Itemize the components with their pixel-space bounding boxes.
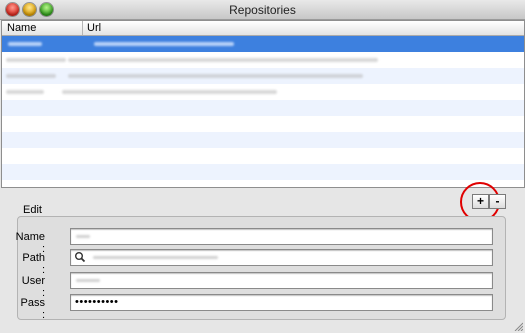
add-repository-button[interactable]: + — [472, 194, 489, 209]
window-title: Repositories — [229, 3, 296, 17]
row-url-cell — [94, 42, 234, 46]
edit-group-label: Edit — [23, 204, 42, 216]
table-row[interactable] — [2, 36, 524, 52]
row-name-cell — [6, 90, 44, 94]
column-header-url[interactable]: Url — [87, 22, 101, 34]
resize-grip-icon[interactable] — [513, 321, 523, 331]
path-label: Path : — [22, 252, 45, 276]
table-row[interactable] — [2, 100, 524, 116]
title-bar: Repositories — [0, 0, 525, 20]
table-row[interactable] — [2, 164, 524, 180]
repositories-table[interactable]: Name Url — [1, 20, 525, 188]
table-row[interactable] — [2, 148, 524, 164]
path-field[interactable] — [70, 249, 493, 266]
name-field[interactable] — [70, 228, 493, 245]
table-rows — [2, 36, 524, 187]
column-divider — [82, 21, 83, 35]
column-header-name[interactable]: Name — [7, 22, 36, 34]
row-url-cell — [68, 58, 378, 62]
password-field[interactable]: •••••••••• — [70, 294, 493, 311]
table-row[interactable] — [2, 52, 524, 68]
repositories-window: Repositories Name Url + - Edit Name: Pa… — [0, 0, 525, 333]
table-row[interactable] — [2, 84, 524, 100]
edit-group: Name : Path : User : Pass : •••••••••• — [16, 216, 506, 321]
row-url-cell — [68, 74, 363, 78]
remove-repository-button[interactable]: - — [489, 194, 506, 209]
table-row[interactable] — [2, 180, 524, 187]
row-name-cell — [8, 42, 42, 46]
table-row[interactable] — [2, 132, 524, 148]
user-label: User : — [21, 275, 45, 299]
pass-label: Pass : — [20, 297, 45, 321]
password-field-value: •••••••••• — [75, 296, 119, 308]
path-field-value — [93, 256, 218, 259]
table-row[interactable] — [2, 68, 524, 84]
name-field-value — [76, 235, 90, 238]
magnifier-icon[interactable] — [74, 251, 86, 263]
row-name-cell — [6, 74, 56, 78]
row-name-cell — [6, 58, 66, 62]
user-field[interactable] — [70, 272, 493, 289]
row-url-cell — [62, 90, 277, 94]
table-row[interactable] — [2, 116, 524, 132]
user-field-value — [76, 279, 100, 282]
table-header: Name Url — [2, 21, 524, 36]
